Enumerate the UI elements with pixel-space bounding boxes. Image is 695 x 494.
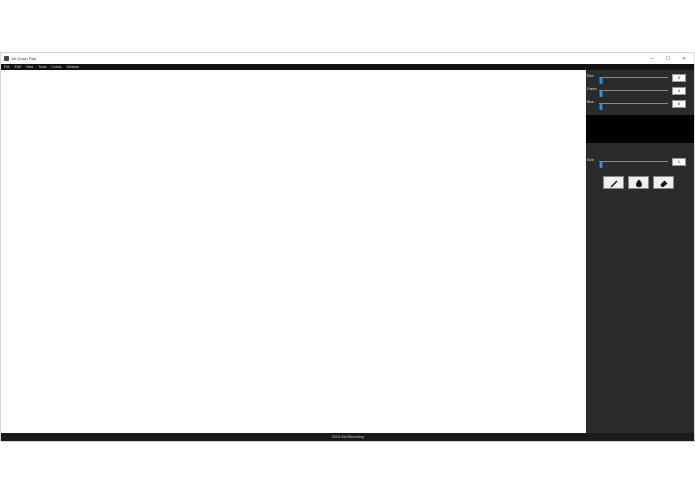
minimize-icon: — [649,55,655,62]
pen-icon [610,180,617,187]
close-icon: ✕ [681,55,687,62]
green-slider-thumb[interactable] [599,90,602,97]
eraser-icon [660,180,667,187]
blue-slider-track[interactable] [599,102,668,110]
red-slider-track[interactable] [599,76,668,84]
blue-slider-thumb[interactable] [599,103,602,110]
fill-icon [635,179,642,187]
green-slider-label: Green [587,87,597,91]
red-value-field[interactable]: 0 [672,73,686,82]
green-value-field[interactable]: 0 [672,86,686,95]
red-slider-thumb[interactable] [599,77,602,84]
close-button[interactable]: ✕ [676,53,692,64]
fill-tool-button[interactable] [628,176,649,189]
size-value-field[interactable]: 1 [672,157,686,166]
title-bar: Jot Down Pad — ☐ ✕ [1,53,694,64]
menu-tools[interactable]: Tools [38,65,46,69]
pen-tool-button[interactable] [603,176,624,189]
menu-view[interactable]: View [26,65,34,69]
eraser-tool-button[interactable] [653,176,674,189]
maximize-icon: ☐ [665,55,671,62]
menu-edit[interactable]: Edit [15,65,21,69]
status-bar: 100% Not Recording [1,433,694,441]
drawing-canvas[interactable] [2,70,586,433]
red-slider-label: Red [587,74,594,78]
menu-window[interactable]: Window [67,65,79,69]
green-slider-row: Green 0 [586,86,694,97]
blue-value-field[interactable]: 0 [672,99,686,108]
tool-buttons [603,176,678,189]
app-window: Jot Down Pad — ☐ ✕ File Edit View Tools … [0,52,695,442]
app-icon [4,56,9,61]
status-text: 100% Not Recording [331,435,364,439]
window-controls: — ☐ ✕ [644,53,692,64]
blue-slider-row: Blue 0 [586,99,694,110]
minimize-button[interactable]: — [644,53,660,64]
size-slider-row: Size 1 [586,157,694,168]
window-title: Jot Down Pad [11,56,36,61]
size-slider-track[interactable] [599,160,668,168]
menu-colors[interactable]: Colors [51,65,61,69]
red-slider-row: Red 0 [586,73,694,84]
size-slider-label: Size [587,158,594,162]
maximize-button[interactable]: ☐ [660,53,676,64]
color-preview [586,115,694,143]
menu-file[interactable]: File [4,65,10,69]
blue-slider-label: Blue [587,100,595,104]
green-slider-track[interactable] [599,89,668,97]
side-panel: Red 0 Green 0 Blue 0 Size 1 [586,70,694,433]
size-slider-thumb[interactable] [599,161,602,168]
